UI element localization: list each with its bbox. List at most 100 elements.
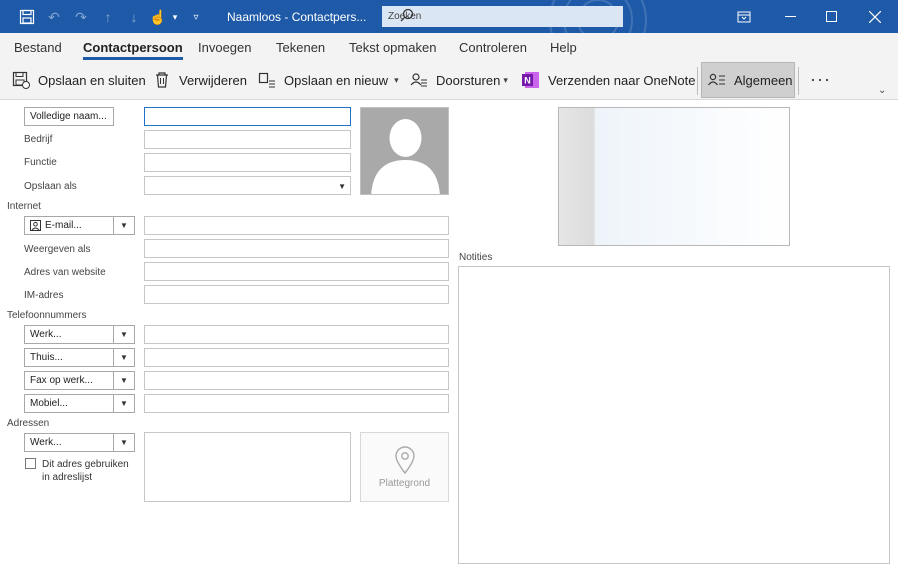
display-as-label: Weergeven als [24,244,91,255]
dropdown-arrow-icon[interactable]: ▼ [114,216,135,235]
save-new-label: Opslaan en nieuw [284,72,389,88]
phone-fax-button[interactable]: Fax op werk... [24,371,114,390]
map-button[interactable]: Plattegrond [360,432,449,502]
file-as-select[interactable]: ▼ [144,176,351,195]
delete-button[interactable]: Verwijderen [153,61,247,99]
forward-icon [410,71,428,89]
mailing-address-label: Dit adres gebruiken in adreslijst [42,458,142,484]
chevron-down-icon[interactable]: ▾ [503,75,508,86]
dropdown-arrow-icon[interactable]: ▼ [114,325,135,344]
dropdown-arrow-icon[interactable]: ▼ [114,394,135,413]
redo-icon[interactable]: ↷ [71,7,91,27]
chevron-down-icon[interactable]: ⌄ [878,85,886,96]
contact-icon [30,220,41,231]
save-new-icon [258,71,276,89]
address-field[interactable] [144,432,351,502]
contact-card-icon [708,71,726,89]
ribbon-separator [798,67,799,95]
tab-invoegen[interactable]: Invoegen [198,40,252,55]
window-title: Naamloos - Contactpers... [227,10,367,24]
ribbon-display-options-icon[interactable] [721,0,767,33]
full-name-button[interactable]: Volledige naam... [24,107,114,126]
phone-work-button[interactable]: Werk... [24,325,114,344]
notes-label: Notities [459,252,493,263]
menu-bar: Bestand Contactpersoon Invoegen Tekenen … [0,33,898,61]
undo-icon[interactable]: ↶ [44,7,64,27]
website-field[interactable] [144,262,449,281]
website-label: Adres van website [24,267,106,278]
dropdown-arrow-icon[interactable]: ▼ [114,433,135,452]
address-type-button[interactable]: Werk... [24,433,114,452]
tab-contactpersoon[interactable]: Contactpersoon [83,40,183,60]
job-title-field[interactable] [144,153,351,172]
phone-home-dropdown[interactable]: Thuis... ▼ [24,348,135,367]
phone-fax-field[interactable] [144,371,449,390]
forward-button[interactable]: Doorsturen ▾ [410,61,508,99]
email-button[interactable]: E-mail... [24,216,114,235]
email-button-label: E-mail... [45,220,82,231]
phone-fax-dropdown[interactable]: Fax op werk... ▼ [24,371,135,390]
tab-tekenen[interactable]: Tekenen [276,40,325,55]
save-close-icon [12,71,30,89]
map-pin-icon [394,446,415,474]
im-label: IM-adres [24,290,64,301]
addresses-section-label: Adressen [7,418,50,429]
customize-toolbar-icon[interactable]: ▿ [186,7,206,27]
delete-label: Verwijderen [179,72,247,88]
forward-label: Doorsturen [436,72,501,88]
phone-mobile-button[interactable]: Mobiel... [24,394,114,413]
general-view-button[interactable]: Algemeen [701,62,795,98]
dropdown-arrow-icon[interactable]: ▼ [114,371,135,390]
close-icon[interactable] [852,0,898,33]
onenote-icon: N [522,71,540,89]
chevron-down-icon[interactable]: ▾ [165,7,185,27]
map-label: Plattegrond [378,478,431,489]
save-icon[interactable] [17,7,37,27]
mailing-address-label-line1: Dit adres gebruiken [42,459,129,470]
dropdown-arrow-icon[interactable]: ▼ [114,348,135,367]
email-field[interactable] [144,216,449,235]
save-new-button[interactable]: Opslaan en nieuw ▾ [258,61,399,99]
file-as-label: Opslaan als [24,181,77,192]
chevron-down-icon[interactable]: ▾ [394,75,399,86]
maximize-icon[interactable] [808,0,854,33]
more-options-icon[interactable]: ··· [810,69,831,90]
contact-photo[interactable] [360,107,449,195]
phone-work-dropdown[interactable]: Werk... ▼ [24,325,135,344]
company-field[interactable] [144,130,351,149]
email-dropdown[interactable]: E-mail... ▼ [24,216,135,235]
trash-icon [153,71,171,89]
phone-mobile-dropdown[interactable]: Mobiel... ▼ [24,394,135,413]
phone-mobile-field[interactable] [144,394,449,413]
internet-section-label: Internet [7,201,41,212]
tab-help[interactable]: Help [550,40,577,55]
phones-section-label: Telefoonnummers [7,310,87,321]
minimize-icon[interactable] [767,0,813,33]
company-label: Bedrijf [24,134,53,145]
title-bar: ↶ ↷ ↑ ↓ ☝ ▾ ▿ Naamloos - Contactpers... … [0,0,898,33]
tab-tekst-opmaken[interactable]: Tekst opmaken [349,40,436,55]
mailing-address-label-line2: in adreslijst [42,472,93,483]
send-onenote-button[interactable]: N Verzenden naar OneNote [522,61,695,99]
job-title-label: Functie [24,157,57,168]
phone-home-button[interactable]: Thuis... [24,348,114,367]
arrow-down-icon[interactable]: ↓ [124,7,144,27]
notes-field[interactable] [458,266,890,564]
display-as-field[interactable] [144,239,449,258]
phone-work-field[interactable] [144,325,449,344]
im-field[interactable] [144,285,449,304]
dropdown-arrow-icon: ▼ [338,182,346,191]
general-view-label: Algemeen [734,72,793,88]
tab-bestand[interactable]: Bestand [14,40,62,55]
ribbon-separator [697,67,698,95]
tab-controleren[interactable]: Controleren [459,40,527,55]
address-type-dropdown[interactable]: Werk... ▼ [24,433,135,452]
full-name-field[interactable] [144,107,351,126]
search-input[interactable]: Zoeken [382,6,623,27]
phone-home-field[interactable] [144,348,449,367]
ribbon: Opslaan en sluiten Verwijderen Opslaan e… [0,61,898,100]
arrow-up-icon[interactable]: ↑ [98,7,118,27]
save-close-button[interactable]: Opslaan en sluiten [12,61,146,99]
mailing-address-checkbox[interactable] [25,458,36,469]
business-card-preview[interactable] [558,107,790,246]
